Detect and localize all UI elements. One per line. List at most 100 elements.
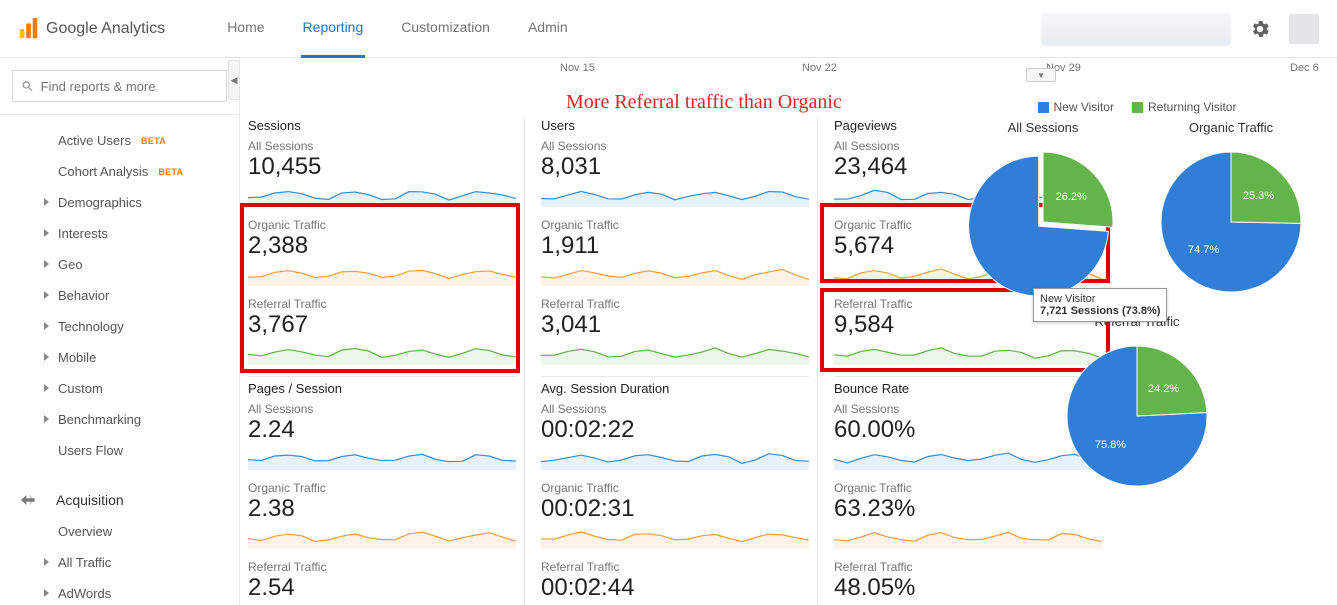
pie-row-bottom: Referral Traffic24.2%75.8% xyxy=(949,314,1325,506)
user-avatar[interactable] xyxy=(1289,14,1319,44)
gear-icon[interactable] xyxy=(1249,18,1271,40)
search-input[interactable] xyxy=(41,79,218,94)
pie-cell: Referral Traffic24.2%75.8% xyxy=(1052,314,1222,506)
sidebar-item[interactable]: Overview xyxy=(0,516,239,547)
sparkline xyxy=(248,446,516,470)
metric-segment-label: Organic Traffic xyxy=(248,481,516,495)
sidebar-item[interactable]: All Traffic xyxy=(0,547,239,578)
sidebar-item-label: Cohort Analysis xyxy=(58,164,148,179)
sidebar-item[interactable]: Geo xyxy=(0,249,239,280)
sidebar-item[interactable]: Benchmarking xyxy=(0,404,239,435)
timeline: Nov 15 Nov 22 Nov 29 Dec 6 xyxy=(240,58,1337,80)
nav-reporting[interactable]: Reporting xyxy=(301,0,366,58)
pie-chart[interactable]: 25.3%74.7% xyxy=(1146,137,1316,307)
pie-chart[interactable]: 26.2% xyxy=(958,137,1128,307)
pie-chart[interactable]: 24.2%75.8% xyxy=(1052,331,1222,501)
sidebar-item-label: AdWords xyxy=(58,586,111,601)
sidebar-item[interactable]: Cohort Analysis BETA xyxy=(0,156,239,187)
nav-customization[interactable]: Customization xyxy=(399,0,492,58)
sidebar: Active UsersBETA Cohort Analysis BETA Demog… xyxy=(0,58,240,605)
metric-block[interactable]: Referral Traffic2.54 xyxy=(248,556,516,605)
search-wrap xyxy=(0,58,239,115)
sparkline xyxy=(541,183,809,207)
sidebar-section-acquisition[interactable]: Acquisition xyxy=(0,484,239,516)
metric-block[interactable]: Referral Traffic00:02:44 xyxy=(541,556,809,605)
sidebar-item[interactable]: Demographics xyxy=(0,187,239,218)
metric-value: 10,455 xyxy=(248,153,516,181)
metric-title: Avg. Session Duration xyxy=(541,381,809,396)
sidebar-item-label: Interests xyxy=(58,226,108,241)
metric-block[interactable]: Referral Traffic3,041 xyxy=(541,293,809,372)
sidebar-item[interactable]: Users Flow xyxy=(0,435,239,466)
sparkline xyxy=(248,525,516,549)
sidebar-item[interactable]: Mobile xyxy=(0,342,239,373)
metric-block[interactable]: All Sessions10,455 xyxy=(248,135,516,214)
metric-block[interactable]: Organic Traffic00:02:31 xyxy=(541,477,809,556)
sidebar-item-label: Geo xyxy=(58,257,83,272)
legend-item-returning: Returning Visitor xyxy=(1132,100,1237,114)
caret-icon xyxy=(44,415,49,423)
sparkline xyxy=(541,446,809,470)
legend-item-new: New Visitor xyxy=(1038,100,1114,114)
metric-value: 2,388 xyxy=(248,232,516,260)
metric-value: 8,031 xyxy=(541,153,809,181)
pie-title: Organic Traffic xyxy=(1146,120,1316,135)
svg-text:25.3%: 25.3% xyxy=(1243,190,1274,202)
sidebar-item[interactable]: Custom xyxy=(0,373,239,404)
sidebar-collapse-handle[interactable]: ◀ xyxy=(228,60,240,100)
metric-segment-label: All Sessions xyxy=(248,139,516,153)
ga-logo-icon xyxy=(18,18,40,40)
acquisition-icon xyxy=(18,490,38,510)
sidebar-item[interactable]: AdWords xyxy=(0,578,239,605)
timeline-tick: Dec 6 xyxy=(1290,62,1319,74)
caret-icon xyxy=(44,384,49,392)
svg-text:75.8%: 75.8% xyxy=(1095,439,1126,451)
caret-icon xyxy=(44,353,49,361)
metric-block[interactable]: Organic Traffic2,388 xyxy=(248,214,516,293)
charts-panel: New Visitor Returning Visitor All Sessio… xyxy=(937,96,1337,506)
metric-title: Pages / Session xyxy=(248,381,516,396)
timeline-tick: Nov 22 xyxy=(802,62,837,74)
nav-admin[interactable]: Admin xyxy=(526,0,570,58)
metric-segment-label: Referral Traffic xyxy=(541,560,809,574)
account-selector-redacted[interactable] xyxy=(1041,12,1231,46)
metric-segment-label: Organic Traffic xyxy=(541,218,809,232)
beta-badge: BETA xyxy=(158,167,183,177)
sidebar-item[interactable]: Technology xyxy=(0,311,239,342)
sparkline xyxy=(834,525,1102,549)
chart-expand-toggle[interactable]: ▼ xyxy=(1026,68,1056,82)
metric-value: 00:02:44 xyxy=(541,574,809,602)
metric-segment-label: Referral Traffic xyxy=(541,297,809,311)
side-menu[interactable]: Active UsersBETA Cohort Analysis BETA Demog… xyxy=(0,115,239,605)
top-header: Google Analytics Home Reporting Customiz… xyxy=(0,0,1337,58)
metric-block[interactable]: All Sessions00:02:22 xyxy=(541,398,809,477)
sidebar-item[interactable]: Interests xyxy=(0,218,239,249)
metric-value: 2.24 xyxy=(248,416,516,444)
metric-segment-label: Organic Traffic xyxy=(541,481,809,495)
sidebar-item[interactable]: Active UsersBETA xyxy=(0,125,239,156)
metric-segment-label: Referral Traffic xyxy=(834,560,1102,574)
metric-block[interactable]: Referral Traffic48.05% xyxy=(834,556,1102,605)
metric-value: 00:02:31 xyxy=(541,495,809,523)
metric-value: 1,911 xyxy=(541,232,809,260)
metric-block[interactable]: All Sessions8,031 xyxy=(541,135,809,214)
metric-block[interactable]: Organic Traffic1,911 xyxy=(541,214,809,293)
metric-block[interactable]: Referral Traffic3,767 xyxy=(248,293,516,372)
metric-block[interactable]: All Sessions2.24 xyxy=(248,398,516,477)
brand-logo: Google Analytics xyxy=(18,18,165,40)
brand-text: Google Analytics xyxy=(46,20,165,38)
nav-home[interactable]: Home xyxy=(225,0,266,58)
caret-icon xyxy=(44,589,49,597)
search-box[interactable] xyxy=(12,70,227,102)
metric-segment-label: Referral Traffic xyxy=(248,297,516,311)
metric-block[interactable]: Organic Traffic2.38 xyxy=(248,477,516,556)
sidebar-section-label: Acquisition xyxy=(56,492,124,508)
layout: Active UsersBETA Cohort Analysis BETA Demog… xyxy=(0,58,1337,605)
metric-divider xyxy=(541,376,809,377)
caret-icon xyxy=(44,558,49,566)
metric-value: 3,041 xyxy=(541,311,809,339)
sidebar-item[interactable]: Behavior xyxy=(0,280,239,311)
sidebar-item-label: All Traffic xyxy=(58,555,111,570)
caret-icon xyxy=(44,291,49,299)
metric-segment-label: All Sessions xyxy=(541,139,809,153)
